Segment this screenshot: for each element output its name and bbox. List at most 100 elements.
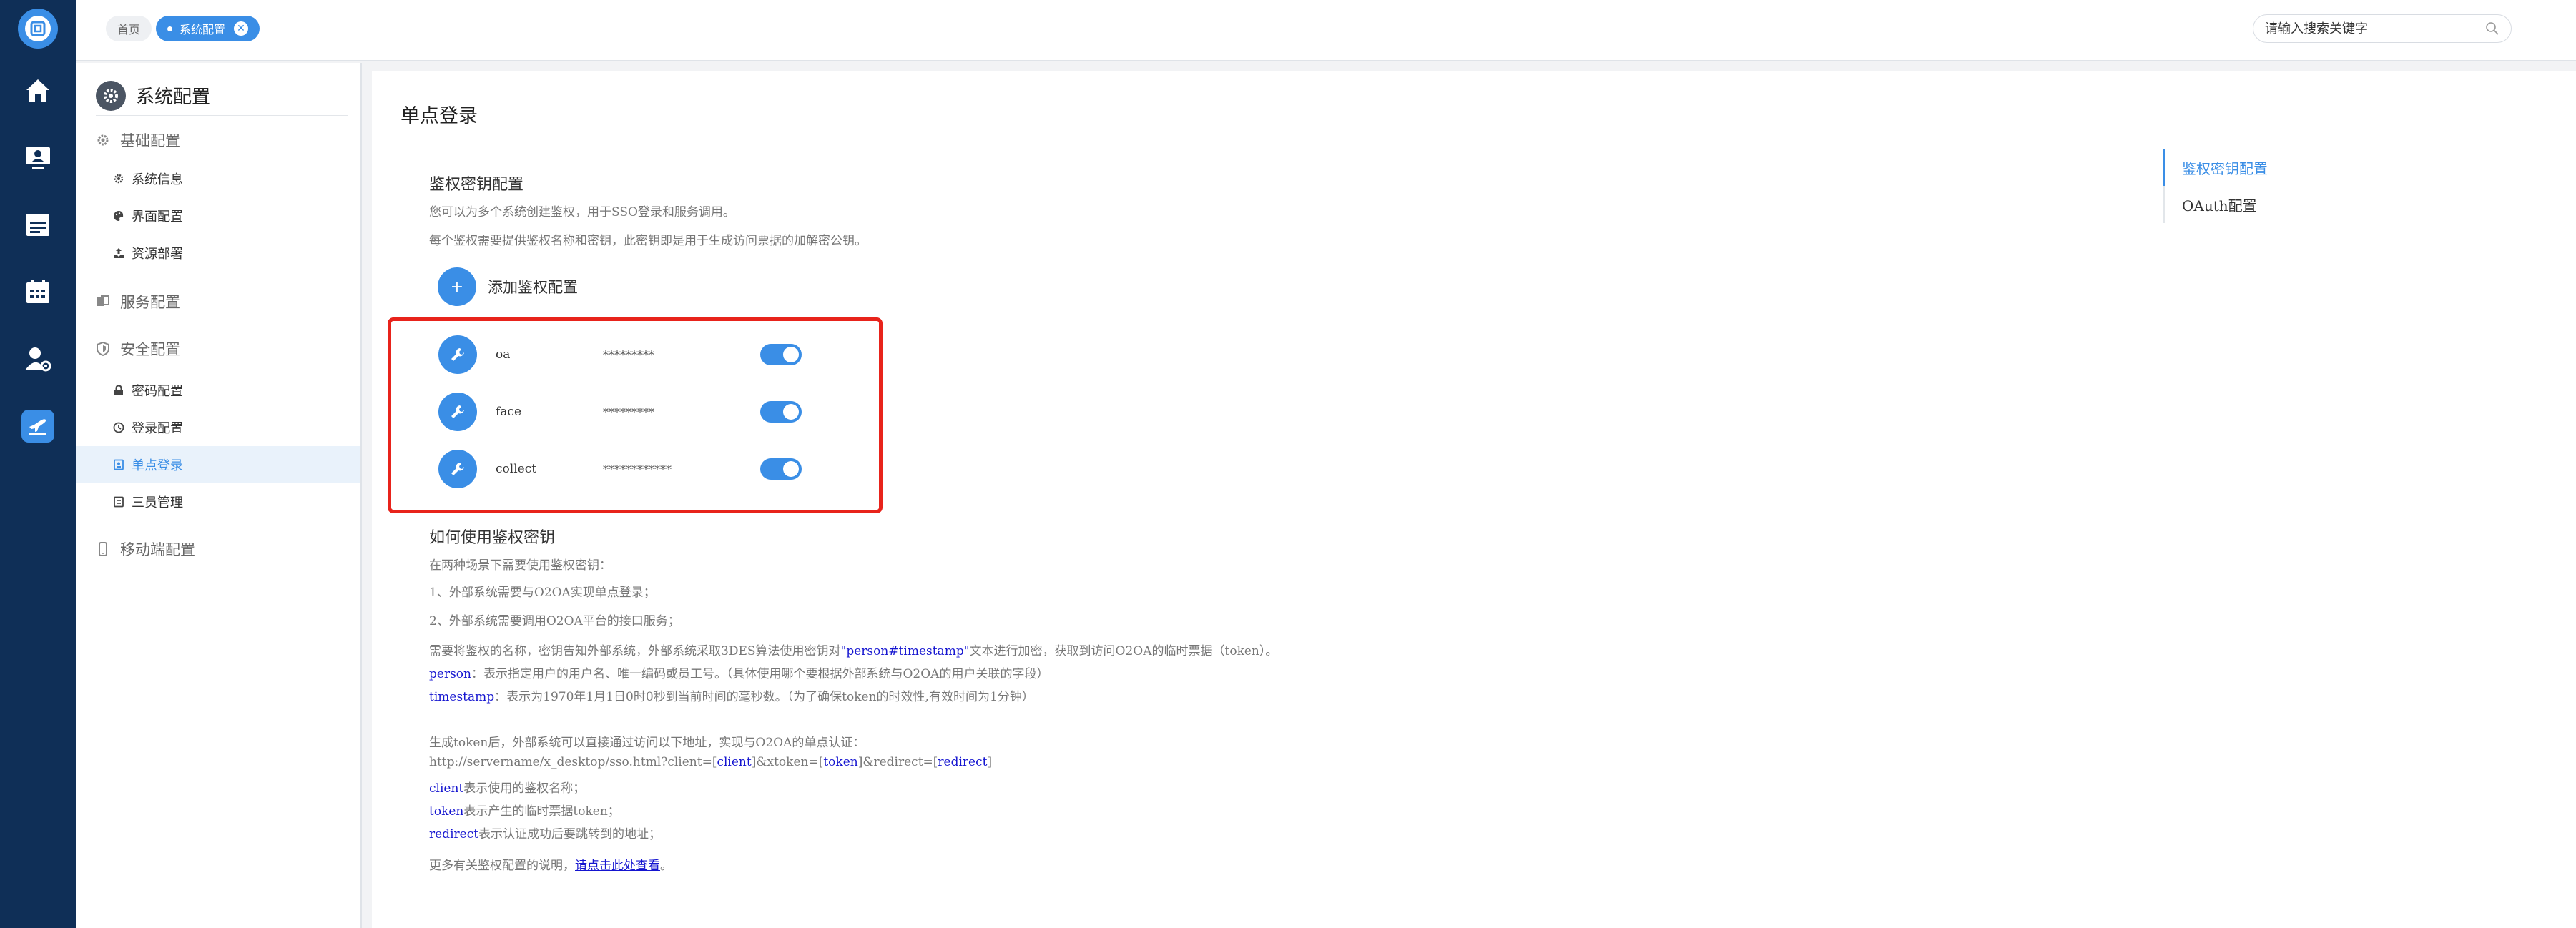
sidebar-item-ui-config[interactable]: 界面配置 (76, 197, 360, 235)
url-part: ] (987, 755, 993, 769)
url-part: ]&xtoken=[ (751, 755, 824, 769)
usage-text: token表示产生的临时票据token； (429, 801, 620, 819)
sidebar-group-service[interactable]: 服务配置 (96, 287, 180, 316)
auth-key-name: oa (496, 347, 511, 362)
sidebar-item-system-info[interactable]: 系统信息 (76, 160, 360, 197)
sidebar-item-password-config[interactable]: 密码配置 (76, 372, 360, 409)
url-param: client (717, 755, 752, 769)
sidebar-item-label: 三员管理 (132, 495, 183, 510)
sidebar-group-label: 移动端配置 (120, 541, 195, 558)
sidebar-item-sso[interactable]: 单点登录 (76, 446, 360, 483)
anchor-label: OAuth配置 (2182, 197, 2257, 214)
top-bar: 首页 系统配置 ✕ (76, 0, 2576, 61)
sidebar-item-label: 界面配置 (132, 209, 183, 224)
user-settings-icon[interactable] (0, 330, 76, 388)
active-dot (167, 26, 172, 31)
tab-system-config[interactable]: 系统配置 ✕ (156, 16, 260, 41)
usage-code: person (429, 667, 471, 681)
wrench-icon[interactable] (438, 450, 477, 488)
right-anchor-nav: 鉴权密钥配置 OAuth配置 (2163, 149, 2306, 223)
calendar-icon[interactable] (0, 263, 76, 320)
anchor-auth-keys[interactable]: 鉴权密钥配置 (2163, 149, 2306, 186)
usage-text-part: 更多有关鉴权配置的说明， (429, 859, 575, 873)
home-icon[interactable] (0, 61, 76, 119)
search-box (2253, 14, 2512, 43)
add-auth-config-button[interactable]: + 添加鉴权配置 (438, 267, 578, 306)
usage-code: client (429, 781, 464, 796)
sidebar-group-mobile[interactable]: 移动端配置 (96, 535, 195, 563)
gear-icon (97, 134, 109, 146)
server-icon (97, 295, 109, 306)
usage-text-part: 文本进行加密，获取到访问O2OA的临时票据（token）。 (969, 644, 1278, 658)
usage-text: redirect表示认证成功后要跳转到的地址； (429, 824, 661, 841)
list-item[interactable]: oa ********* (438, 335, 839, 374)
usage-text-part: ：表示指定用户的用户名、唯一编码或员工号。（具体使用哪个要根据外部系统与O2OA… (471, 667, 1049, 681)
auth-key-name: collect (496, 462, 537, 476)
usage-text-part: 表示认证成功后要跳转到的地址； (478, 827, 662, 841)
list-item[interactable]: collect ************ (438, 450, 839, 488)
usage-code: token (429, 804, 464, 819)
usage-text: 生成token后，外部系统可以直接通过访问以下地址，实现与O2OA的单点认证： (429, 736, 865, 750)
app-logo-icon[interactable] (18, 9, 58, 49)
palette-icon (114, 211, 124, 221)
usage-text: 1、外部系统需要与O2OA实现单点登录； (429, 586, 656, 600)
app-rail (0, 0, 76, 928)
usage-text: 更多有关鉴权配置的说明，请点击此处查看。 (429, 855, 672, 873)
close-icon[interactable]: ✕ (234, 21, 249, 36)
calendar-list-icon[interactable] (0, 196, 76, 253)
sidebar-group-security[interactable]: 安全配置 (96, 335, 180, 363)
sidebar-title: 系统配置 (96, 76, 348, 116)
sidebar-group-label: 服务配置 (120, 294, 180, 311)
deploy-icon (114, 248, 124, 258)
tab-home[interactable]: 首页 (106, 16, 152, 41)
usage-text: 2、外部系统需要调用O2OA平台的接口服务； (429, 614, 680, 628)
usage-text: timestamp：表示为1970年1月1日0时0秒到当前时间的毫秒数。（为了确… (429, 686, 1034, 704)
usage-text: person：表示指定用户的用户名、唯一编码或员工号。（具体使用哪个要根据外部系… (429, 663, 1048, 681)
sidebar-item-three-admins[interactable]: 三员管理 (76, 483, 360, 520)
enable-toggle[interactable] (760, 458, 802, 480)
mobile-icon (99, 542, 107, 556)
tab-home-label: 首页 (117, 23, 141, 36)
page-title: 单点登录 (400, 105, 478, 127)
url-part: http://servername/x_desktop/sso.html?cli… (429, 755, 717, 769)
sidebar-title-text: 系统配置 (136, 87, 211, 108)
sidebar-group-label: 基础配置 (120, 132, 180, 149)
sidebar-item-resource-deploy[interactable]: 资源部署 (76, 235, 360, 272)
id-card-icon (114, 459, 124, 470)
usage-text-part: 。 (660, 859, 672, 873)
usage-text-part: 表示产生的临时票据token； (463, 804, 620, 819)
usage-text-part: ：表示为1970年1月1日0时0秒到当前时间的毫秒数。（为了确保token的时效… (494, 690, 1034, 704)
anchor-oauth[interactable]: OAuth配置 (2163, 186, 2306, 223)
usage-code: "person#timestamp" (840, 644, 970, 658)
sidebar-item-login-config[interactable]: 登录配置 (76, 409, 360, 446)
auth-key-secret: ********* (603, 405, 654, 419)
section-heading-usage: 如何使用鉴权密钥 (429, 529, 556, 547)
section-desc: 每个鉴权需要提供鉴权名称和密钥，此密钥即是用于生成访问票据的加解密公钥。 (429, 234, 867, 248)
anchor-label: 鉴权密钥配置 (2182, 159, 2268, 177)
docs-link[interactable]: 请点击此处查看 (575, 859, 660, 873)
section-desc: 您可以为多个系统创建鉴权，用于SSO登录和服务调用。 (429, 205, 735, 219)
auth-key-name: face (496, 405, 522, 419)
monitor-user-icon[interactable] (0, 129, 76, 186)
usage-code: timestamp (429, 690, 495, 704)
wrench-icon[interactable] (438, 393, 477, 431)
url-param: token (823, 755, 858, 769)
usage-text-part: 表示使用的鉴权名称； (463, 781, 586, 796)
sidebar-group-label: 安全配置 (120, 341, 180, 358)
auth-key-list: oa ********* face ********* collect ****… (388, 317, 883, 513)
wrench-icon[interactable] (438, 335, 477, 374)
sidebar-item-label: 登录配置 (132, 421, 183, 436)
plane-icon[interactable] (0, 398, 76, 455)
clock-icon (113, 422, 124, 433)
list-item[interactable]: face ********* (438, 393, 839, 431)
enable-toggle[interactable] (760, 401, 802, 423)
gear-icon (114, 174, 124, 184)
sidebar-group-basic[interactable]: 基础配置 (96, 126, 180, 154)
enable-toggle[interactable] (760, 344, 802, 365)
usage-code: redirect (429, 827, 479, 841)
lock-icon (114, 385, 123, 395)
search-input[interactable] (2265, 21, 2485, 36)
search-icon[interactable] (2485, 21, 2499, 36)
usage-text: client表示使用的鉴权名称； (429, 778, 585, 796)
main-content: 单点登录 鉴权密钥配置 您可以为多个系统创建鉴权，用于SSO登录和服务调用。 每… (372, 71, 2576, 928)
